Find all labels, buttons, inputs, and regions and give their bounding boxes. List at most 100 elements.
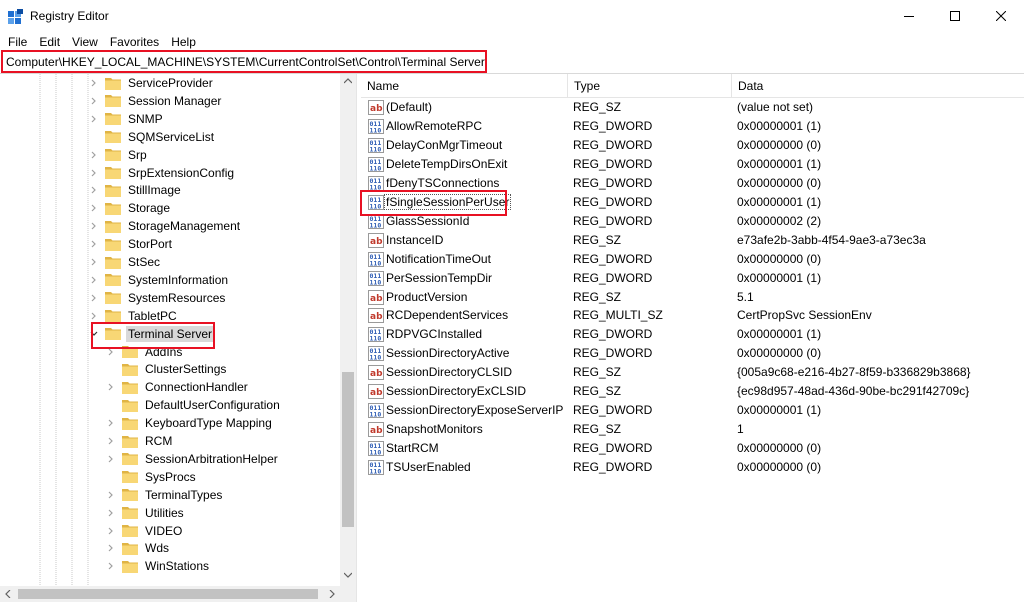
- chevron-right-icon[interactable]: [87, 235, 101, 253]
- registry-tree[interactable]: ServiceProvider Session Manager SNMP SQMSer…: [0, 74, 356, 586]
- value-row[interactable]: 011 110 DeleteTempDirsOnExit REG_DWORD 0x000…: [361, 155, 1024, 174]
- value-row[interactable]: 011 110 TSUserEnabled REG_DWORD 0x00000000 (…: [361, 458, 1024, 477]
- values-list[interactable]: Name Type Data ab (Default) REG_SZ (value n…: [361, 74, 1024, 602]
- binary-value-icon: 011110: [368, 118, 384, 134]
- address-path[interactable]: Computer\HKEY_LOCAL_MACHINE\SYSTEM\Curre…: [6, 55, 485, 69]
- chevron-right-icon[interactable]: [104, 557, 118, 575]
- value-row[interactable]: 011 110 GlassSessionId REG_DWORD 0x00000002 …: [361, 212, 1024, 231]
- tree-item[interactable]: KeyboardType Mapping: [104, 414, 274, 432]
- chevron-right-icon[interactable]: [87, 181, 101, 199]
- value-row[interactable]: 011 110 SessionDirectoryActive REG_DWORD 0x0…: [361, 344, 1024, 363]
- tree-item[interactable]: SessionArbitrationHelper: [104, 450, 280, 468]
- scroll-up-icon[interactable]: [344, 78, 352, 84]
- pane-splitter[interactable]: [356, 74, 360, 602]
- chevron-right-icon[interactable]: [87, 289, 101, 307]
- value-row[interactable]: ab (Default) REG_SZ (value not set): [361, 98, 1024, 117]
- chevron-right-icon[interactable]: [104, 378, 118, 396]
- tree-horizontal-scroll-thumb[interactable]: [18, 589, 318, 599]
- tree-item[interactable]: VIDEO: [104, 522, 184, 540]
- tree-vertical-scroll-thumb[interactable]: [342, 372, 354, 527]
- tree-item[interactable]: StSec: [87, 253, 162, 271]
- tree-item[interactable]: TabletPC: [87, 307, 179, 325]
- svg-text:110: 110: [370, 202, 382, 210]
- chevron-right-icon[interactable]: [87, 271, 101, 289]
- chevron-down-icon[interactable]: [87, 325, 101, 343]
- tree-item[interactable]: Wds: [104, 539, 171, 557]
- value-row[interactable]: 011 110 SessionDirectoryExposeServerIP REG_…: [361, 401, 1024, 420]
- tree-item[interactable]: Session Manager: [87, 92, 223, 110]
- address-bar[interactable]: Computer\HKEY_LOCAL_MACHINE\SYSTEM\Curre…: [0, 52, 1024, 74]
- svg-text:110: 110: [370, 278, 382, 286]
- chevron-right-icon[interactable]: [104, 432, 118, 450]
- tree-item[interactable]: WinStations: [104, 557, 211, 575]
- tree-item[interactable]: SystemResources: [87, 289, 227, 307]
- chevron-right-icon[interactable]: [87, 110, 101, 128]
- tree-item[interactable]: Utilities: [104, 504, 186, 522]
- tree-item[interactable]: SQMServiceList: [87, 128, 216, 146]
- tree-item[interactable]: DefaultUserConfiguration: [104, 396, 282, 414]
- tree-item[interactable]: Storage: [87, 199, 172, 217]
- tree-item[interactable]: SystemInformation: [87, 271, 230, 289]
- chevron-right-icon[interactable]: [87, 164, 101, 182]
- column-header-type[interactable]: Type: [568, 74, 732, 98]
- tree-item[interactable]: RCM: [104, 432, 174, 450]
- scroll-left-icon[interactable]: [5, 590, 11, 598]
- menu-file[interactable]: File: [2, 32, 33, 52]
- close-button[interactable]: [978, 0, 1024, 32]
- chevron-right-icon[interactable]: [87, 253, 101, 271]
- value-row[interactable]: 011 110 fDenyTSConnections REG_DWORD 0x00000…: [361, 174, 1024, 193]
- value-row[interactable]: 011 110 AllowRemoteRPC REG_DWORD 0x00000001 …: [361, 117, 1024, 136]
- tree-item[interactable]: StillImage: [87, 181, 183, 199]
- minimize-button[interactable]: [886, 0, 932, 32]
- value-row[interactable]: 011 110 fSingleSessionPerUser REG_DWORD 0x00…: [361, 193, 1024, 212]
- value-row[interactable]: 011 110 PerSessionTempDir REG_DWORD 0x000000…: [361, 269, 1024, 288]
- value-row[interactable]: 011 110 RDPVGCInstalled REG_DWORD 0x00000001…: [361, 325, 1024, 344]
- tree-vertical-scrollbar[interactable]: [340, 74, 356, 586]
- chevron-right-icon[interactable]: [87, 146, 101, 164]
- tree-item[interactable]: StorPort: [87, 235, 174, 253]
- tree-horizontal-scrollbar[interactable]: [0, 586, 340, 602]
- value-row[interactable]: 011 110 StartRCM REG_DWORD 0x00000000 (0): [361, 439, 1024, 458]
- column-header-name[interactable]: Name: [361, 74, 568, 98]
- chevron-right-icon[interactable]: [104, 343, 118, 361]
- column-header-data[interactable]: Data: [732, 74, 1024, 98]
- value-row[interactable]: ab RCDependentServices REG_MULTI_SZ CertPro…: [361, 306, 1024, 325]
- value-row[interactable]: ab ProductVersion REG_SZ 5.1: [361, 288, 1024, 307]
- tree-item[interactable]: Srp: [87, 146, 149, 164]
- chevron-right-icon[interactable]: [104, 504, 118, 522]
- chevron-right-icon[interactable]: [87, 74, 101, 92]
- tree-item[interactable]: SysProcs: [104, 468, 198, 486]
- chevron-right-icon[interactable]: [87, 92, 101, 110]
- chevron-right-icon[interactable]: [87, 307, 101, 325]
- chevron-right-icon[interactable]: [104, 522, 118, 540]
- tree-item[interactable]: ClusterSettings: [104, 360, 228, 378]
- value-row[interactable]: 011 110 DelayConMgrTimeout REG_DWORD 0x00000…: [361, 136, 1024, 155]
- tree-item[interactable]: Terminal Server: [87, 325, 215, 343]
- maximize-button[interactable]: [932, 0, 978, 32]
- menu-help[interactable]: Help: [165, 32, 202, 52]
- value-row[interactable]: 011 110 NotificationTimeOut REG_DWORD 0x0000…: [361, 250, 1024, 269]
- tree-item[interactable]: SrpExtensionConfig: [87, 164, 236, 182]
- menu-view[interactable]: View: [66, 32, 104, 52]
- tree-item[interactable]: TerminalTypes: [104, 486, 224, 504]
- tree-item[interactable]: SNMP: [87, 110, 165, 128]
- value-row[interactable]: ab InstanceID REG_SZ e73afe2b-3abb-4f54-9ae…: [361, 231, 1024, 250]
- scroll-down-icon[interactable]: [344, 572, 352, 578]
- chevron-right-icon[interactable]: [87, 217, 101, 235]
- tree-item[interactable]: AddIns: [104, 343, 184, 361]
- chevron-right-icon[interactable]: [87, 199, 101, 217]
- value-row[interactable]: ab SessionDirectoryCLSID REG_SZ {005a9c68-e…: [361, 363, 1024, 382]
- chevron-right-icon[interactable]: [104, 539, 118, 557]
- tree-item[interactable]: ConnectionHandler: [104, 378, 250, 396]
- chevron-right-icon[interactable]: [104, 450, 118, 468]
- tree-item[interactable]: ServiceProvider: [87, 74, 215, 92]
- menu-edit[interactable]: Edit: [33, 32, 66, 52]
- value-name: StartRCM: [386, 441, 439, 456]
- chevron-right-icon[interactable]: [104, 414, 118, 432]
- chevron-right-icon[interactable]: [104, 486, 118, 504]
- tree-item[interactable]: StorageManagement: [87, 217, 242, 235]
- menu-favorites[interactable]: Favorites: [104, 32, 165, 52]
- value-row[interactable]: ab SessionDirectoryExCLSID REG_SZ {ec98d957…: [361, 382, 1024, 401]
- scroll-right-icon[interactable]: [329, 590, 335, 598]
- value-row[interactable]: ab SnapshotMonitors REG_SZ 1: [361, 420, 1024, 439]
